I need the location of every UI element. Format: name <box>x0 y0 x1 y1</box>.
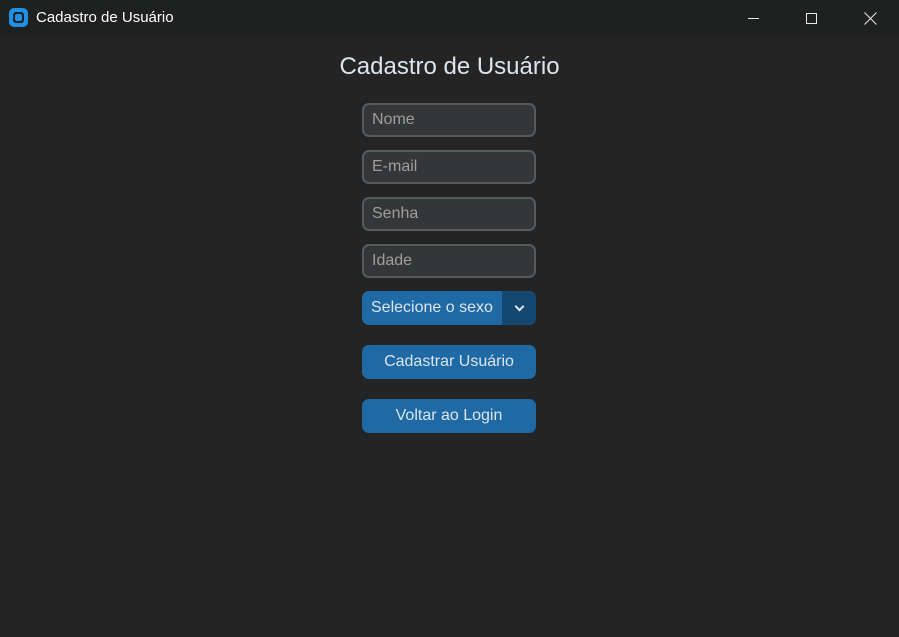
maximize-button[interactable] <box>782 0 840 36</box>
title-bar[interactable]: Cadastro de Usuário <box>0 0 899 36</box>
email-input[interactable] <box>362 150 536 184</box>
page-title: Cadastro de Usuário <box>339 53 560 80</box>
sex-select-value: Selecione o sexo <box>371 299 493 316</box>
close-icon <box>864 12 877 25</box>
close-button[interactable] <box>841 0 899 36</box>
minimize-button[interactable] <box>724 0 782 36</box>
password-input[interactable] <box>362 197 536 231</box>
app-window: Cadastro de Usuário Cadastro de Usuário … <box>0 0 899 637</box>
age-input[interactable] <box>362 244 536 278</box>
chevron-down-icon <box>514 301 524 312</box>
window-title: Cadastro de Usuário <box>36 9 174 26</box>
back-to-login-button[interactable]: Voltar ao Login <box>362 399 536 433</box>
register-user-button[interactable]: Cadastrar Usuário <box>362 345 536 379</box>
dropdown-toggle[interactable] <box>502 291 536 325</box>
maximize-icon <box>805 12 817 24</box>
app-logo-icon <box>9 8 28 27</box>
minimize-icon <box>747 17 759 19</box>
name-input[interactable] <box>362 103 536 137</box>
sex-select[interactable]: Selecione o sexo <box>362 291 536 325</box>
